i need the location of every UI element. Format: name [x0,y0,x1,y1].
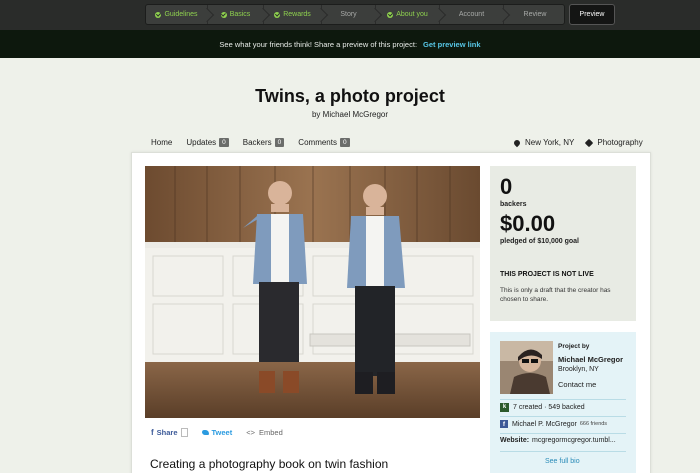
preview-button[interactable]: Preview [569,4,615,25]
created-backed-row[interactable]: k 7 created · 549 backed [500,403,626,412]
check-icon [220,11,227,18]
facebook-friends: 666 friends [579,421,608,427]
banner-text: See what your friends think! Share a pre… [219,39,418,49]
get-preview-link[interactable]: Get preview link [423,40,481,49]
step-label: Guidelines [164,11,198,18]
wizard-bar: Guidelines Basics Rewards Story About yo… [0,0,700,30]
kickstarter-icon: k [500,403,509,412]
tab-label: Home [151,138,173,147]
see-full-bio-link[interactable]: See full bio [545,458,580,465]
share-count-box [180,428,188,437]
project-meta: New York, NY Photography [512,138,655,147]
project-nav: Home Updates 0 Backers 0 Comments 0 [151,138,364,147]
divider [500,433,626,434]
creator-photo [500,341,553,394]
wizard-steps: Guidelines Basics Rewards Story About yo… [145,4,565,25]
draft-note: This is only a draft that the creator ha… [500,287,611,304]
step-account[interactable]: Account [440,5,511,24]
video-thumbnail [145,166,480,418]
tweet-button[interactable]: Tweet [201,428,233,437]
backers-count: 0 [500,174,513,199]
step-label: Review [523,11,547,18]
step-guidelines[interactable]: Guidelines [146,5,215,24]
project-byline: by Michael McGregor [311,110,389,119]
facebook-icon: f [500,420,508,428]
location-label: New York, NY [525,138,575,147]
facebook-share-button[interactable]: f Share [151,428,188,437]
check-icon [155,11,162,18]
location-pin-icon [512,138,522,147]
facebook-name: Michael P. McGregor [512,420,577,428]
tab-label: Updates [186,138,217,147]
website-row: Website: mcgregormcgregor.tumbl... [500,437,626,444]
creator-name[interactable]: Michael McGregor [558,355,623,364]
step-rewards[interactable]: Rewards [264,5,329,24]
share-label: Share [156,428,178,437]
project-title: Twins, a photo project [255,86,445,106]
step-label: Basics [229,11,251,18]
creator-location: Brooklyn, NY [558,366,599,373]
tweet-label: Tweet [211,428,233,437]
step-label: Account [458,11,485,18]
pledged-label: pledged of $10,000 goal [500,238,579,245]
tab-updates[interactable]: Updates 0 [186,138,229,147]
category-link[interactable]: Photography [585,138,643,147]
website-link[interactable]: mcgregormcgregor.tumbl... [532,437,616,444]
backers-label: backers [500,201,527,208]
created-backed-text: 7 created · 549 backed [513,404,585,411]
tab-label: Backers [242,138,272,147]
step-label: Story [340,11,357,18]
count-badge: 0 [339,138,350,147]
count-badge: 0 [219,138,229,147]
step-story[interactable]: Story [322,5,383,24]
creator-info: Project by Michael McGregor Brooklyn, NY… [558,343,623,389]
tab-label: Comments [298,138,337,147]
preview-banner: See what your friends think! Share a pre… [0,30,700,58]
project-subtitle: Creating a photography book on twin fash… [150,457,389,471]
step-basics[interactable]: Basics [208,5,271,24]
facebook-row[interactable]: f Michael P. McGregor 666 friends [500,420,626,428]
check-icon [387,11,394,18]
share-row: f Share Tweet <> Embed [151,428,297,437]
check-icon [274,11,281,18]
project-by-label: Project by [558,343,590,350]
twitter-icon [201,430,209,435]
contact-me-link[interactable]: Contact me [558,380,623,389]
divider [500,451,626,452]
project-video[interactable] [145,166,480,418]
embed-label: Embed [259,428,283,437]
step-label: Rewards [283,11,311,18]
count-badge: 0 [274,138,285,147]
tab-comments[interactable]: Comments 0 [298,138,350,147]
code-icon: <> [246,428,255,437]
step-about-you[interactable]: About you [376,5,447,24]
step-review[interactable]: Review [504,5,564,24]
embed-button[interactable]: <> Embed [246,428,283,437]
tab-backers[interactable]: Backers 0 [243,138,285,147]
location-link[interactable]: New York, NY [512,138,575,147]
stats-box: 0 backers $0.00 pledged of $10,000 goal … [490,166,636,321]
facebook-icon: f [151,428,154,437]
not-live-heading: THIS PROJECT IS NOT LIVE [500,271,594,278]
tab-home[interactable]: Home [151,138,172,147]
pledged-amount: $0.00 [500,211,556,236]
avatar[interactable] [500,341,553,394]
category-label: Photography [597,138,643,147]
website-label: Website: [500,437,530,444]
tag-icon [585,138,594,147]
divider [500,416,626,417]
divider [500,399,626,400]
step-label: About you [396,11,428,18]
